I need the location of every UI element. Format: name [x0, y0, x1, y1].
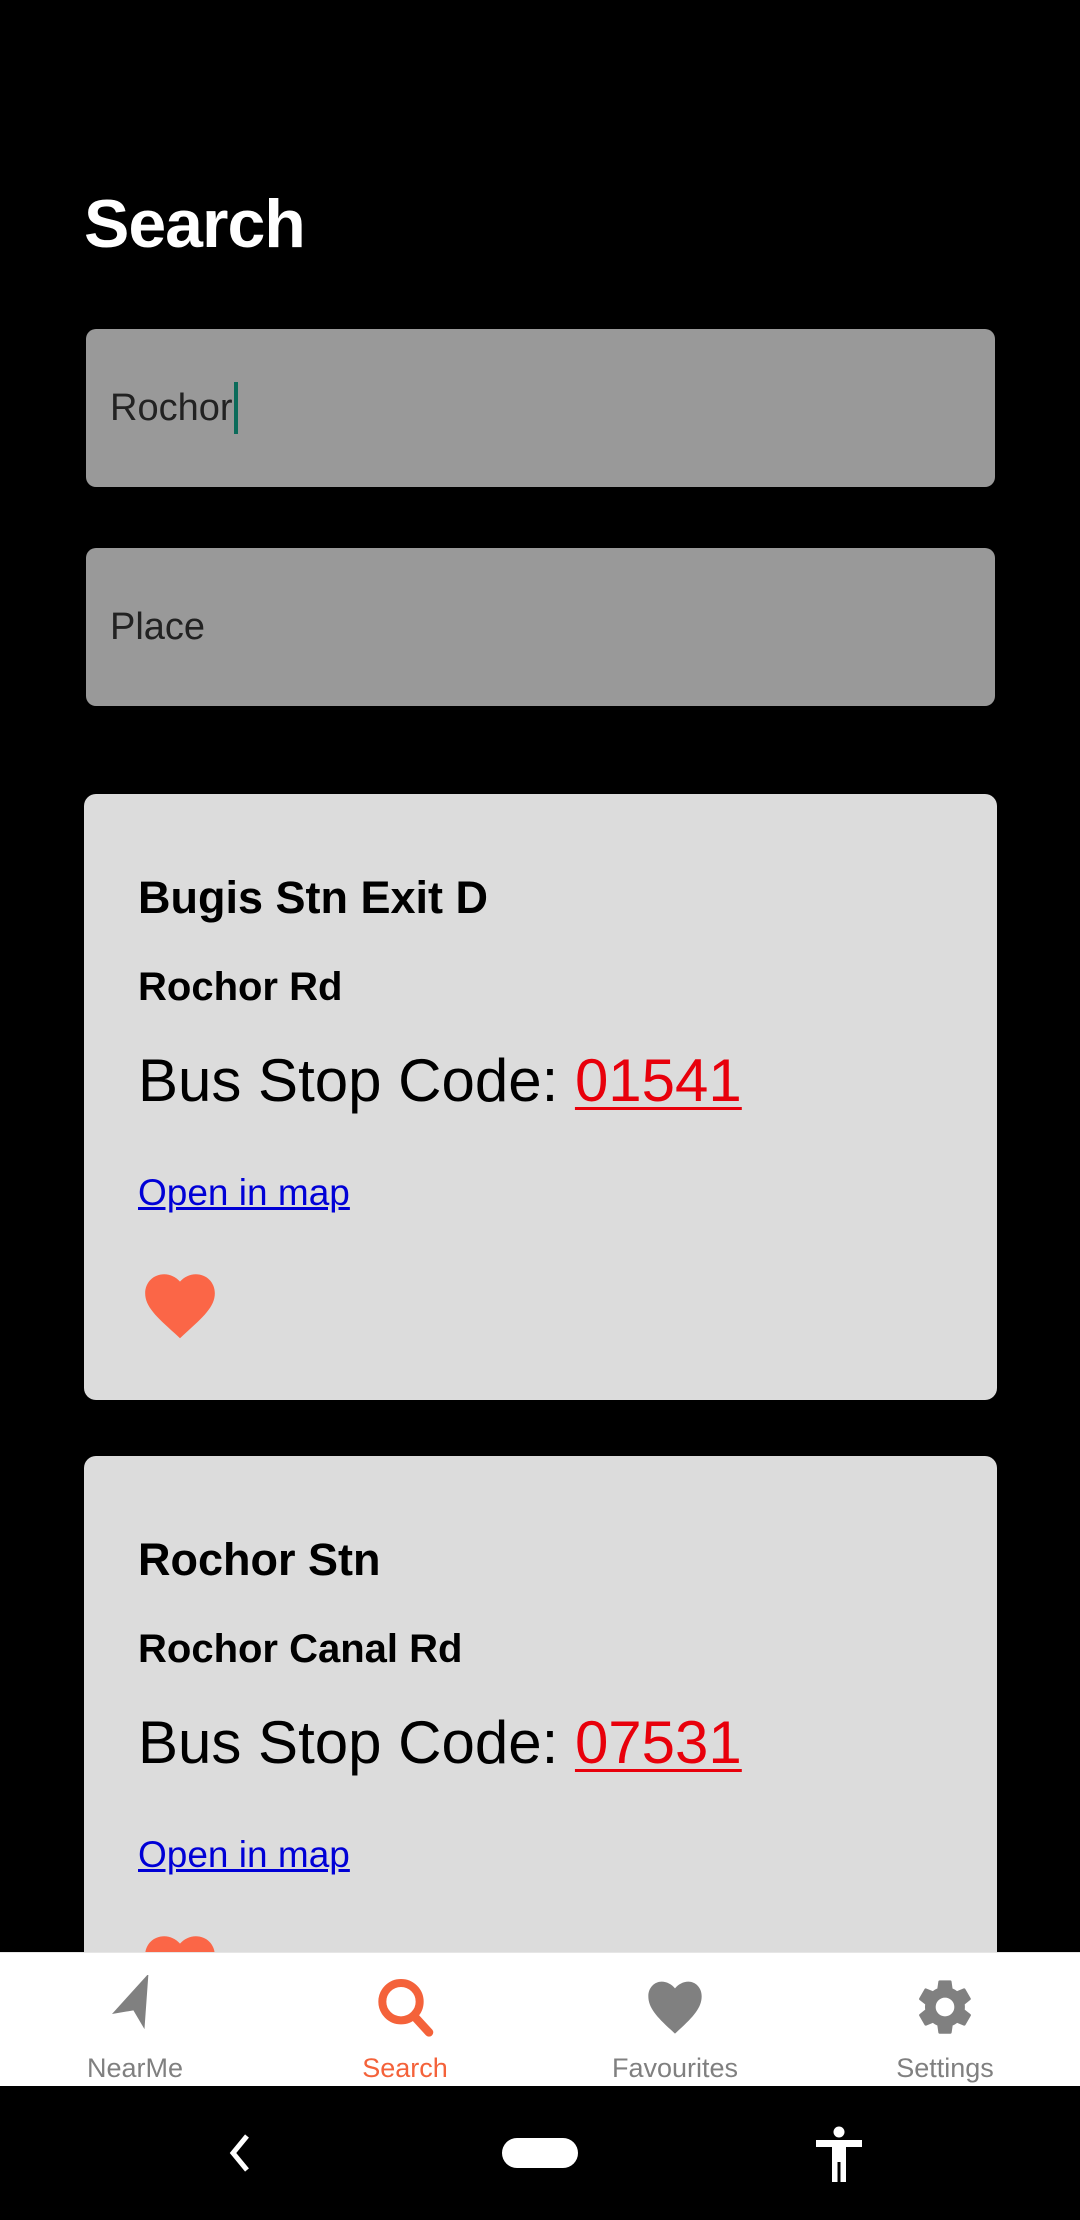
heart-icon — [648, 1981, 702, 2034]
tab-search[interactable]: Search — [270, 1953, 540, 2087]
home-pill-button[interactable] — [502, 2138, 578, 2168]
tab-settings[interactable]: Settings — [810, 1953, 1080, 2087]
tab-label: NearMe — [86, 2053, 184, 2083]
open-in-map-link[interactable]: Open in map — [138, 1172, 350, 1214]
search-input[interactable]: Rochor — [86, 329, 995, 487]
page-title: Search — [84, 186, 306, 262]
stop-road: Rochor Rd — [138, 965, 343, 1009]
bus-stop-code-link[interactable]: 01541 — [575, 1047, 742, 1114]
bus-stop-code-label: Bus Stop Code: — [138, 1709, 575, 1776]
bus-stop-code-label: Bus Stop Code: — [138, 1047, 575, 1114]
navigation-arrow-icon — [111, 1975, 149, 2030]
text-caret — [233, 382, 238, 434]
search-icon — [378, 1979, 434, 2037]
tab-label: Favourites — [611, 2053, 739, 2083]
tab-nearme[interactable]: NearMe — [0, 1953, 270, 2087]
tab-label: Search — [362, 2053, 448, 2083]
place-input-placeholder: Place — [110, 605, 206, 648]
favourite-heart-icon[interactable] — [142, 1270, 218, 1340]
stop-name: Rochor Stn — [138, 1534, 381, 1585]
place-input[interactable]: Place — [86, 548, 995, 706]
accessibility-icon[interactable] — [814, 2126, 864, 2182]
gear-icon — [919, 1980, 971, 2034]
tab-label: Settings — [896, 2053, 994, 2083]
result-card: Bugis Stn Exit D Rochor Rd Bus Stop Code… — [84, 794, 997, 1400]
bus-stop-code-line: Bus Stop Code: 07531 — [138, 1708, 742, 1777]
back-icon[interactable] — [225, 2128, 255, 2178]
bus-stop-code-line: Bus Stop Code: 01541 — [138, 1046, 742, 1115]
search-input-value: Rochor — [110, 386, 233, 429]
bottom-tab-bar: NearMe Search Favourites Settings — [0, 1952, 1080, 2087]
tab-favourites[interactable]: Favourites — [540, 1953, 810, 2087]
stop-road: Rochor Canal Rd — [138, 1627, 463, 1671]
stop-name: Bugis Stn Exit D — [138, 872, 489, 923]
open-in-map-link[interactable]: Open in map — [138, 1834, 350, 1876]
bus-stop-code-link[interactable]: 07531 — [575, 1709, 742, 1776]
